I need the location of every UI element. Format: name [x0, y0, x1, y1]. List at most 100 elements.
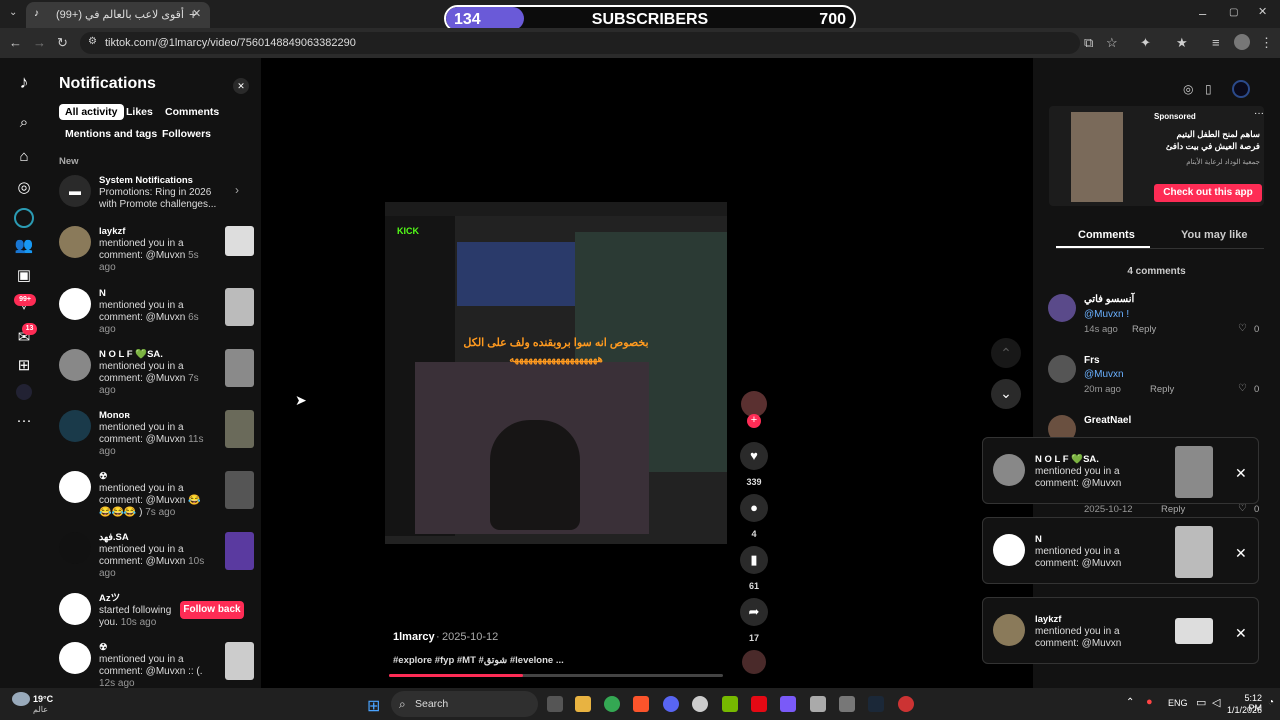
netflix-icon[interactable]: [751, 696, 767, 712]
sound-disc[interactable]: [742, 650, 766, 674]
list-item[interactable]: N O L F 💚SA. mentioned you in a comment: …: [59, 349, 254, 407]
comment-heart-icon[interactable]: ♡: [1238, 323, 1247, 334]
thumbnail[interactable]: [225, 226, 254, 256]
avatar[interactable]: [1048, 294, 1076, 322]
taskbar-search[interactable]: ⌕ Search: [391, 691, 538, 717]
thumbnail[interactable]: [225, 349, 254, 387]
compass-icon[interactable]: ◎: [1183, 82, 1193, 96]
share-action[interactable]: ➦ 17: [739, 598, 769, 643]
notification-bell-icon[interactable]: ◔: [1268, 697, 1274, 708]
notification-toast[interactable]: laykzf mentioned you in a comment: @Muvxn…: [982, 597, 1259, 664]
language-indicator[interactable]: ENG: [1168, 698, 1188, 708]
back-icon[interactable]: ←: [9, 36, 22, 49]
reply-button[interactable]: Reply: [1161, 504, 1185, 515]
file-explorer-icon[interactable]: [575, 696, 591, 712]
toast-close-icon[interactable]: ✕: [1235, 545, 1247, 562]
reply-button[interactable]: Reply: [1132, 324, 1156, 335]
thumbnail[interactable]: [225, 532, 254, 570]
friends-icon[interactable]: 👥: [13, 236, 35, 258]
profile-avatar[interactable]: [1232, 80, 1250, 98]
install-app-icon[interactable]: ⧉: [1084, 36, 1093, 49]
url-field[interactable]: ⚙ tiktok.com/@1lmarcy/video/756014884906…: [80, 32, 1080, 54]
browser-tab[interactable]: ♪ (99+) أقوى لاعب بالعالم في ✕: [26, 2, 210, 28]
browser-menu-icon[interactable]: ⋮: [1260, 36, 1273, 49]
tab-you-may-like[interactable]: You may like: [1181, 229, 1247, 241]
volume-icon[interactable]: ◁: [1212, 696, 1220, 709]
notification-toast[interactable]: Nmentioned you in a comment: @Muvxn ✕: [982, 517, 1259, 584]
list-item[interactable]: ☢ mentioned you in a comment: @Muvxn 😂😂😂😂…: [59, 471, 254, 529]
clock-date[interactable]: 1/1/2026: [1226, 705, 1262, 715]
weather-icon[interactable]: [12, 692, 30, 706]
comment-action[interactable]: ● 4: [739, 494, 769, 539]
device-icon[interactable]: ▯: [1205, 82, 1212, 96]
task-view-icon[interactable]: [547, 696, 563, 712]
video-player[interactable]: KICK بخصوص انه سوا بروبقنده ولف على الكل…: [385, 202, 727, 544]
profile-icon[interactable]: [16, 384, 32, 400]
ad-more-icon[interactable]: ···: [1254, 108, 1264, 119]
sponsored-ad[interactable]: Sponsored ··· ساهم لمنح الطفل اليتيم فرص…: [1049, 106, 1264, 206]
video-progress-track[interactable]: [389, 674, 723, 677]
reading-list-icon[interactable]: ≡: [1212, 36, 1220, 49]
new-tab-icon[interactable]: +: [189, 7, 197, 21]
bookmark-star-icon[interactable]: ☆: [1106, 36, 1118, 49]
extensions-icon[interactable]: ✦: [1140, 36, 1151, 49]
search-icon[interactable]: ⌕: [13, 114, 35, 136]
more-icon[interactable]: ···: [13, 412, 35, 434]
app-icon-2[interactable]: [780, 696, 796, 712]
live-icon[interactable]: ▣: [13, 266, 35, 288]
list-item[interactable]: فهد.SA mentioned you in a comment: @Muvxn…: [59, 532, 254, 590]
toast-close-icon[interactable]: ✕: [1235, 465, 1247, 482]
steam-icon[interactable]: [868, 696, 884, 712]
thumbnail[interactable]: [225, 642, 254, 680]
reply-button[interactable]: Reply: [1150, 384, 1174, 395]
app-icon-5[interactable]: [898, 696, 914, 712]
list-item[interactable]: ☢ mentioned you in a comment: @Muvxn :: (…: [59, 642, 254, 688]
list-item[interactable]: Monoʀ mentioned you in a comment: @Muvxn …: [59, 410, 254, 468]
nvidia-icon[interactable]: [722, 696, 738, 712]
tray-overflow-icon[interactable]: ⌃: [1126, 697, 1134, 708]
app-icon-3[interactable]: [810, 696, 826, 712]
filter-likes[interactable]: Likes: [120, 104, 159, 120]
thumbnail[interactable]: [225, 471, 254, 509]
maximize-icon[interactable]: ▢: [1229, 8, 1238, 18]
comment-author[interactable]: GreatNael: [1084, 415, 1131, 426]
brave-icon[interactable]: [633, 696, 649, 712]
home-icon[interactable]: ⌂: [13, 148, 35, 170]
following-icon[interactable]: [14, 208, 34, 228]
comment-heart-icon[interactable]: ♡: [1238, 383, 1247, 394]
notification-toast[interactable]: N O L F 💚SA. mentioned you in a comment: …: [982, 437, 1259, 504]
bookmarks-icon[interactable]: ★: [1176, 36, 1188, 49]
network-icon[interactable]: ▭: [1196, 696, 1206, 709]
forward-icon[interactable]: →: [33, 36, 46, 49]
filter-followers[interactable]: Followers: [156, 126, 217, 142]
follow-back-button[interactable]: Follow back: [180, 601, 244, 619]
filter-all-activity[interactable]: All activity: [59, 104, 124, 120]
thumbnail[interactable]: [225, 410, 254, 448]
app-icon-4[interactable]: [839, 696, 855, 712]
filter-mentions[interactable]: Mentions and tags: [59, 126, 163, 142]
minimize-icon[interactable]: –: [1199, 7, 1206, 20]
tab-list-icon[interactable]: ⌄: [9, 8, 17, 18]
system-notification[interactable]: ▬ System Notifications Promotions: Ring …: [59, 175, 249, 233]
discord-icon[interactable]: [663, 696, 679, 712]
windows-start-icon[interactable]: ⊞: [367, 696, 380, 716]
reload-icon[interactable]: ↻: [57, 36, 68, 49]
filter-comments[interactable]: Comments: [159, 104, 225, 120]
avatar[interactable]: [1048, 355, 1076, 383]
comment-heart-icon[interactable]: ♡: [1238, 503, 1247, 514]
profile-avatar[interactable]: [1234, 34, 1250, 50]
toast-close-icon[interactable]: ✕: [1235, 625, 1247, 642]
follow-plus-icon[interactable]: +: [747, 414, 761, 428]
chrome-icon[interactable]: [604, 696, 620, 712]
like-action[interactable]: ♥ 339: [739, 442, 769, 487]
list-item[interactable]: laykzf mentioned you in a comment: @Muvxn…: [59, 226, 254, 284]
upload-icon[interactable]: ⊞: [13, 356, 35, 378]
window-close-icon[interactable]: ✕: [1258, 7, 1267, 18]
save-action[interactable]: ▮ 61: [739, 546, 769, 591]
site-info-icon[interactable]: ⚙: [88, 37, 97, 47]
comment-author[interactable]: آنسسو فاتي: [1084, 294, 1134, 305]
thumbnail[interactable]: [225, 288, 254, 326]
explore-icon[interactable]: ◎: [13, 178, 35, 200]
tab-comments[interactable]: Comments: [1078, 229, 1135, 241]
video-author[interactable]: 1lmarcy: [393, 631, 435, 643]
